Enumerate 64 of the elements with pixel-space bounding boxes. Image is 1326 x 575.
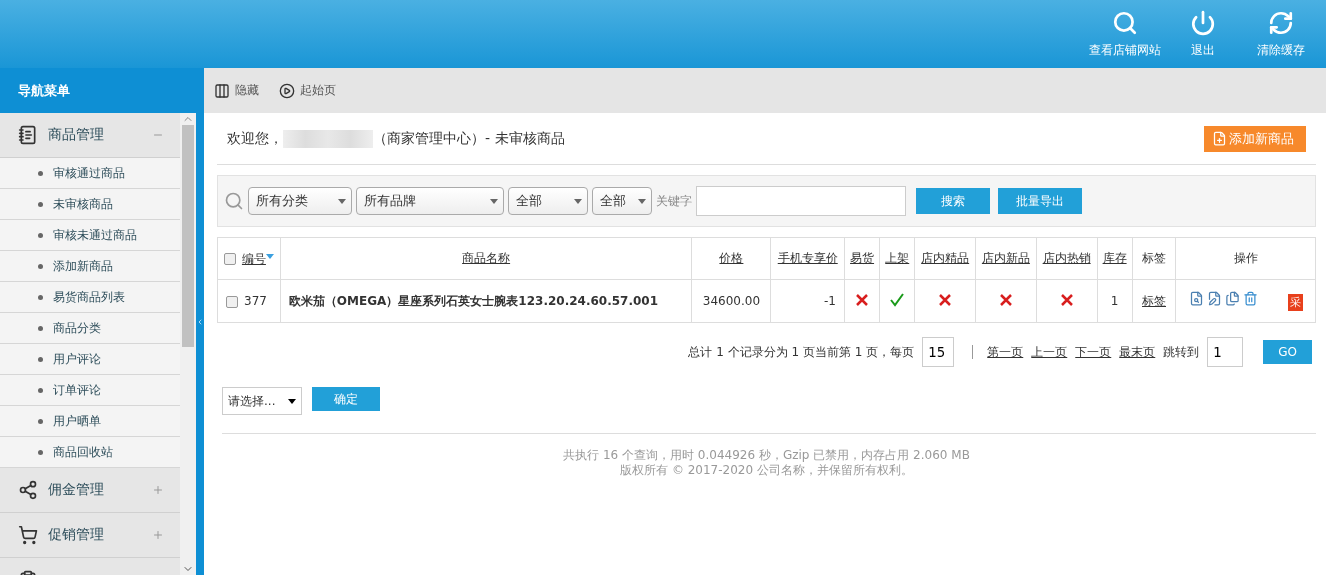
pager-link[interactable]: 最末页 — [1119, 343, 1156, 361]
table-cell: -1 — [770, 279, 845, 323]
network-icon — [18, 480, 38, 500]
copy-icon[interactable] — [1224, 291, 1240, 306]
keyword-field[interactable] — [696, 186, 906, 216]
toolbar-button[interactable]: 起始页 — [279, 82, 336, 99]
menu-group-label: 佣金管理 — [48, 481, 105, 499]
menu-group-label: 商品管理 — [48, 126, 105, 144]
footer-text: 版权所有 © 2017-2020 公司名称，并保留所有权利。 — [619, 463, 914, 478]
table-cell: 377 — [217, 279, 281, 323]
menu-group[interactable]: 商品管理 — [0, 113, 180, 158]
sort-link[interactable]: 编号 — [241, 251, 266, 266]
search-icon — [224, 191, 244, 211]
jump-field[interactable]: 1 — [1207, 337, 1244, 367]
batch-dropdown[interactable]: 请选择... — [222, 387, 302, 415]
filter-dropdown[interactable]: 所有分类 — [248, 187, 352, 215]
welcome-text: 欢迎您， — [227, 129, 283, 148]
filter-dropdown[interactable]: 所有品牌 — [356, 187, 504, 215]
pager-link[interactable]: 下一页 — [1075, 343, 1112, 361]
sort-link[interactable]: 商品名称 — [462, 251, 511, 265]
cross-icon[interactable] — [997, 291, 1014, 308]
table-cell: 34600.00 — [691, 279, 771, 323]
view-icon[interactable] — [1188, 291, 1204, 306]
filter-dropdown[interactable]: 全部 — [592, 187, 652, 215]
column-header: 标签 — [1132, 237, 1176, 280]
page-subtitle: （商家管理中心）- 未审核商品 — [373, 129, 565, 148]
edit-icon[interactable] — [1206, 291, 1222, 306]
checkbox[interactable] — [226, 295, 238, 308]
refresh-icon — [1268, 9, 1294, 36]
notepad-icon — [18, 125, 38, 145]
cross-icon[interactable] — [937, 291, 954, 308]
filter-dropdown[interactable]: 全部 — [508, 187, 588, 215]
menu-group-label: 促销管理 — [48, 526, 105, 544]
menu-group[interactable]: 促销管理 — [0, 513, 180, 558]
checkbox[interactable] — [223, 253, 236, 265]
expand-icon — [152, 484, 164, 496]
file-plus-icon — [1212, 131, 1227, 146]
pager-link[interactable]: 第一页 — [987, 343, 1024, 361]
check-icon[interactable] — [889, 291, 906, 308]
sidebar-toggle[interactable] — [196, 68, 204, 575]
trash-icon[interactable] — [1242, 291, 1258, 306]
power-icon — [1190, 9, 1216, 36]
sort-link[interactable]: 价格 — [719, 251, 744, 265]
toolbar-button[interactable]: 隐藏 — [214, 82, 259, 99]
cart-icon — [18, 525, 38, 545]
cross-icon[interactable] — [1058, 291, 1075, 308]
search-icon — [1112, 9, 1138, 36]
pager-summary: 总计 1 个记录分为 1 页当前第 1 页，每页 — [688, 343, 915, 361]
table-cell: 欧米茄（OMEGA）星座系列石英女士腕表123.20.24.60.57.001 — [280, 279, 692, 323]
expand-icon — [152, 529, 164, 541]
table-cell: 1 — [1097, 279, 1133, 323]
jump-label: 跳转到 — [1163, 343, 1200, 361]
cross-icon[interactable] — [854, 291, 871, 308]
pager-link[interactable]: 上一页 — [1031, 343, 1068, 361]
column-header: 操作 — [1175, 237, 1316, 280]
collect-button[interactable]: 采 — [1287, 294, 1303, 311]
play-icon — [279, 82, 295, 99]
menu-group[interactable]: 佣金管理 — [0, 468, 180, 513]
keyword-label: 关键字 — [656, 192, 692, 210]
per-page-field[interactable]: 15 — [922, 337, 955, 367]
sidebar-title: 导航菜单 — [0, 68, 196, 113]
tag-link[interactable]: 标签 — [1142, 293, 1166, 308]
footer-text: 共执行 16 个查询，用时 0.044926 秒，Gzip 已禁用，内存占用 2.060 MB — [562, 448, 971, 463]
columns-icon — [214, 82, 230, 99]
